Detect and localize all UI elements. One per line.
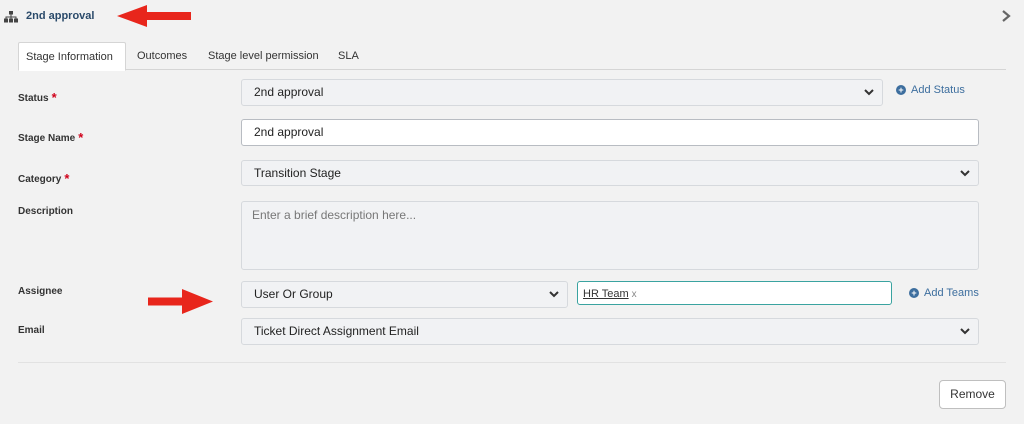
- plus-circle-icon: +: [909, 288, 919, 298]
- add-teams-link[interactable]: + Add Teams: [909, 287, 979, 299]
- assignee-type-select[interactable]: User Or Group: [241, 281, 568, 308]
- hierarchy-icon: [4, 11, 18, 23]
- stage-name-label: Stage Name *: [18, 130, 84, 145]
- description-label: Description: [18, 206, 74, 217]
- annotation-arrow-right: [148, 289, 213, 314]
- chevron-down-icon: [549, 291, 559, 298]
- required-marker: *: [64, 171, 70, 186]
- email-select[interactable]: Ticket Direct Assignment Email: [241, 318, 979, 345]
- description-placeholder: Enter a brief description here...: [252, 208, 417, 222]
- description-textarea[interactable]: Enter a brief description here...: [241, 201, 979, 270]
- tab-bar: Stage Information Outcomes Stage level p…: [18, 42, 1006, 71]
- chevron-right-icon[interactable]: [1000, 8, 1012, 24]
- add-status-link[interactable]: + Add Status: [896, 84, 965, 96]
- assignee-teams-input[interactable]: HR Team x: [577, 281, 892, 305]
- stage-title: 2nd approval: [26, 10, 95, 22]
- stage-header[interactable]: 2nd approval: [0, 0, 1024, 34]
- email-label: Email: [18, 325, 45, 336]
- tab-outcomes[interactable]: Outcomes: [130, 42, 194, 70]
- remove-button[interactable]: Remove: [939, 380, 1006, 409]
- chip-remove-icon[interactable]: x: [632, 289, 637, 300]
- category-label: Category *: [18, 171, 70, 186]
- category-select[interactable]: Transition Stage: [241, 160, 979, 186]
- chevron-down-icon: [960, 170, 970, 177]
- tab-sla[interactable]: SLA: [331, 42, 366, 70]
- status-label: Status *: [18, 90, 57, 105]
- plus-circle-icon: +: [896, 85, 906, 95]
- required-marker: *: [78, 130, 84, 145]
- tab-stage-level-permission[interactable]: Stage level permission: [201, 42, 326, 70]
- status-select[interactable]: 2nd approval: [241, 79, 883, 106]
- team-chip[interactable]: HR Team: [583, 288, 629, 300]
- divider: [18, 362, 1006, 363]
- chevron-down-icon: [960, 328, 970, 335]
- assignee-label: Assignee: [18, 286, 63, 297]
- chevron-down-icon: [864, 89, 874, 96]
- stage-name-input[interactable]: 2nd approval: [241, 119, 979, 146]
- required-marker: *: [51, 90, 57, 105]
- tab-stage-information[interactable]: Stage Information: [18, 42, 126, 71]
- annotation-arrow-left: [117, 5, 191, 27]
